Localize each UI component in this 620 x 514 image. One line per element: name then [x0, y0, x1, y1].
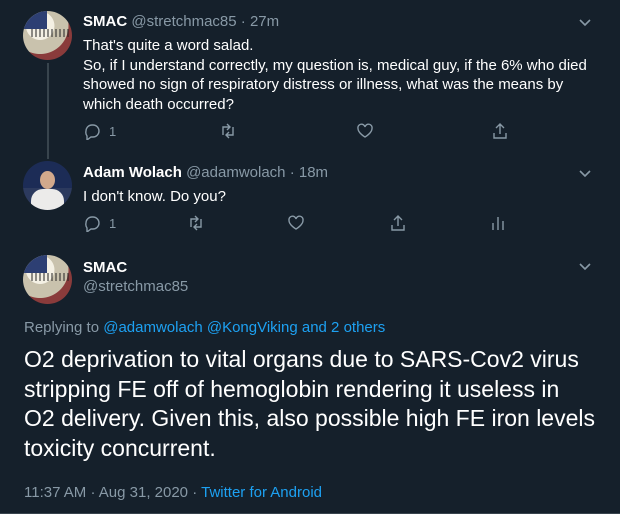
- tweet-actions: 1: [83, 214, 523, 234]
- tweet-text: That's quite a word salad. So, if I unde…: [83, 36, 603, 114]
- others-link[interactable]: and 2 others: [302, 319, 385, 336]
- share-button[interactable]: [491, 122, 509, 140]
- author-name[interactable]: SMAC: [83, 13, 127, 30]
- separator-dot: ·: [240, 13, 246, 30]
- reply-count: 1: [109, 123, 117, 139]
- separator-dot: ·: [289, 164, 295, 181]
- tweet-text-line: which death occurred?: [83, 95, 234, 113]
- tweet-text-line: toxicity concurrent.: [24, 434, 216, 461]
- replying-to: Replying to @adamwolach @KongViking and …: [24, 319, 385, 336]
- reply-button[interactable]: 1: [83, 214, 116, 232]
- source-link[interactable]: Twitter for Android: [201, 484, 322, 501]
- share-button[interactable]: [389, 214, 407, 232]
- tweet-header: Adam Wolach @adamwolach · 18m: [83, 164, 328, 181]
- author-name[interactable]: SMAC: [83, 259, 188, 276]
- tweet-text-line: O2 deprivation to vital organs due to SA…: [24, 346, 579, 372]
- avatar[interactable]: [23, 255, 72, 304]
- share-icon: [493, 123, 507, 139]
- tweet-text-line: So, if I understand correctly, my questi…: [83, 56, 587, 74]
- chevron-down-icon[interactable]: [578, 166, 592, 180]
- like-icon: [288, 215, 304, 230]
- tweet-time[interactable]: 27m: [250, 13, 279, 30]
- retweet-icon: [190, 215, 202, 231]
- tweet-time[interactable]: 18m: [299, 164, 328, 181]
- retweet-icon: [222, 123, 234, 139]
- reply-icon: [85, 124, 100, 140]
- tweet-text-line: That's quite a word salad.: [83, 37, 254, 54]
- author-name-block: SMAC @stretchmac85: [83, 259, 188, 295]
- mention-link[interactable]: @KongViking: [207, 319, 298, 336]
- tweet-smac-1[interactable]: SMAC @stretchmac85 · 27m That's quite a …: [0, 0, 620, 150]
- reply-button[interactable]: 1: [83, 122, 116, 140]
- tweet-text-line: showed no sign of respiratory distress o…: [83, 76, 564, 93]
- analytics-icon: [492, 217, 504, 230]
- author-handle[interactable]: @stretchmac85: [131, 13, 236, 30]
- chevron-down-icon[interactable]: [578, 15, 592, 29]
- retweet-button[interactable]: [219, 122, 237, 140]
- analytics-button[interactable]: [489, 214, 507, 232]
- main-tweet-text: O2 deprivation to vital organs due to SA…: [24, 345, 604, 463]
- retweet-button[interactable]: [187, 214, 205, 232]
- reply-count: 1: [109, 215, 117, 231]
- reply-icon: [85, 216, 100, 232]
- tweet-time[interactable]: 11:37 AM: [24, 484, 86, 501]
- like-button[interactable]: [356, 122, 374, 140]
- tweet-header: SMAC @stretchmac85 · 27m: [83, 13, 279, 30]
- chevron-down-icon[interactable]: [578, 259, 592, 273]
- tweet-adam-wolach[interactable]: Adam Wolach @adamwolach · 18m I don't kn…: [0, 150, 620, 245]
- separator-dot: ·: [192, 484, 198, 501]
- tweet-text: I don't know. Do you?: [83, 187, 603, 207]
- replying-to-label: Replying to: [24, 319, 100, 336]
- avatar[interactable]: [23, 161, 72, 210]
- tweet-date[interactable]: Aug 31, 2020: [99, 484, 188, 501]
- tweet-text-line: O2 delivery. Given this, also possible h…: [24, 405, 596, 431]
- author-handle[interactable]: @stretchmac85: [83, 278, 188, 295]
- like-icon: [357, 123, 373, 138]
- share-icon: [391, 215, 405, 231]
- avatar[interactable]: [23, 11, 72, 60]
- separator-dot: ·: [90, 484, 96, 501]
- tweet-text-line: I don't know. Do you?: [83, 188, 226, 205]
- mention-link[interactable]: @adamwolach: [103, 319, 202, 336]
- tweet-text-line: stripping FE off of hemoglobin rendering…: [24, 375, 560, 402]
- author-name[interactable]: Adam Wolach: [83, 164, 182, 181]
- tweet-actions: 1: [83, 122, 523, 142]
- author-handle[interactable]: @adamwolach: [186, 164, 285, 181]
- like-button[interactable]: [287, 214, 305, 232]
- tweet-metadata: 11:37 AM · Aug 31, 2020 · Twitter for An…: [24, 484, 322, 501]
